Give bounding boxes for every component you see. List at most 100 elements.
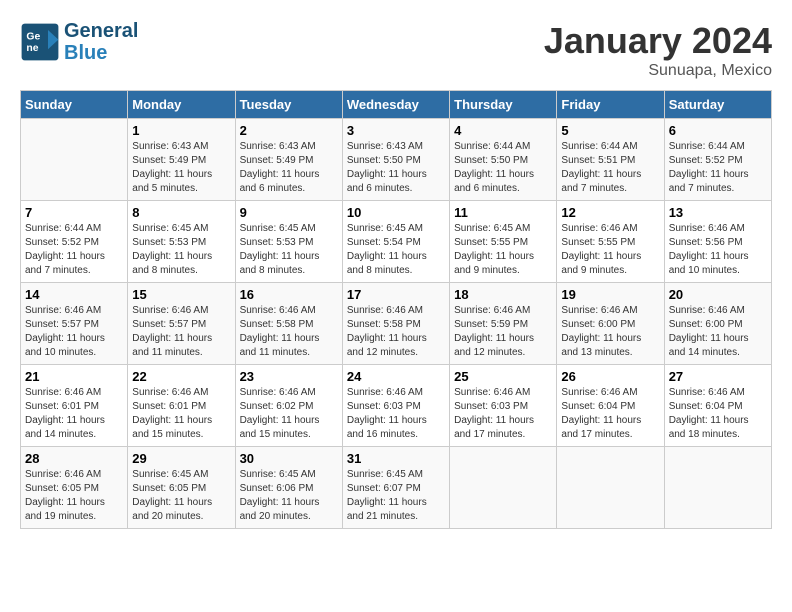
day-content: Sunrise: 6:44 AMSunset: 5:52 PMDaylight:… — [669, 140, 767, 196]
svg-text:Ge: Ge — [26, 32, 40, 43]
day-number: 2 — [240, 123, 338, 138]
day-content: Sunrise: 6:46 AMSunset: 6:03 PMDaylight:… — [454, 386, 552, 442]
calendar-cell: 20Sunrise: 6:46 AMSunset: 6:00 PMDayligh… — [664, 283, 771, 365]
col-header-monday: Monday — [128, 91, 235, 119]
title-block: January 2024 Sunuapa, Mexico — [544, 20, 772, 80]
day-number: 12 — [561, 205, 659, 220]
calendar-cell: 31 Sunrise: 6:45 AMSunset: 6:07 PMDayligh… — [342, 447, 449, 529]
calendar-cell: 25 Sunrise: 6:46 AMSunset: 6:03 PMDayligh… — [450, 365, 557, 447]
location-subtitle: Sunuapa, Mexico — [544, 62, 772, 80]
day-content: Sunrise: 6:45 AMSunset: 5:53 PMDaylight:… — [240, 222, 338, 278]
day-number: 31 — [347, 451, 445, 466]
day-content: Sunrise: 6:46 AMSunset: 5:58 PMDaylight:… — [240, 304, 338, 360]
calendar-cell: 24Sunrise: 6:46 AMSunset: 6:03 PMDayligh… — [342, 365, 449, 447]
calendar-cell: 29 Sunrise: 6:45 AMSunset: 6:05 PMDayligh… — [128, 447, 235, 529]
day-number: 3 — [347, 123, 445, 138]
day-number: 15 — [132, 287, 230, 302]
day-number: 22 — [132, 369, 230, 384]
day-content: Sunrise: 6:45 AMSunset: 5:53 PMDaylight:… — [132, 222, 230, 278]
calendar-cell: 11Sunrise: 6:45 AMSunset: 5:55 PMDayligh… — [450, 201, 557, 283]
day-content: Sunrise: 6:45 AMSunset: 5:55 PMDaylight:… — [454, 222, 552, 278]
calendar-cell: 22Sunrise: 6:46 AMSunset: 6:01 PMDayligh… — [128, 365, 235, 447]
day-content: Sunrise: 6:43 AMSunset: 5:49 PMDaylight:… — [132, 140, 230, 196]
col-header-wednesday: Wednesday — [342, 91, 449, 119]
calendar-cell: 15 Sunrise: 6:46 AMSunset: 5:57 PMDayligh… — [128, 283, 235, 365]
day-number: 16 — [240, 287, 338, 302]
calendar-cell: 30Sunrise: 6:45 AMSunset: 6:06 PMDayligh… — [235, 447, 342, 529]
svg-text:ne: ne — [26, 43, 38, 54]
day-number: 7 — [25, 205, 123, 220]
calendar-cell — [557, 447, 664, 529]
day-content: Sunrise: 6:46 AMSunset: 6:04 PMDaylight:… — [669, 386, 767, 442]
day-number: 10 — [347, 205, 445, 220]
calendar-cell: 13Sunrise: 6:46 AMSunset: 5:56 PMDayligh… — [664, 201, 771, 283]
day-content: Sunrise: 6:46 AMSunset: 6:01 PMDaylight:… — [25, 386, 123, 442]
day-number: 28 — [25, 451, 123, 466]
day-number: 26 — [561, 369, 659, 384]
calendar-cell: 18Sunrise: 6:46 AMSunset: 5:59 PMDayligh… — [450, 283, 557, 365]
day-number: 29 — [132, 451, 230, 466]
day-number: 9 — [240, 205, 338, 220]
calendar-cell: 4Sunrise: 6:44 AMSunset: 5:50 PMDaylight… — [450, 119, 557, 201]
col-header-thursday: Thursday — [450, 91, 557, 119]
calendar-table: SundayMondayTuesdayWednesdayThursdayFrid… — [20, 90, 772, 529]
calendar-week-3: 14 Sunrise: 6:46 AMSunset: 5:57 PMDayligh… — [21, 283, 772, 365]
calendar-cell: 23 Sunrise: 6:46 AMSunset: 6:02 PMDayligh… — [235, 365, 342, 447]
day-number: 24 — [347, 369, 445, 384]
col-header-tuesday: Tuesday — [235, 91, 342, 119]
calendar-week-4: 21Sunrise: 6:46 AMSunset: 6:01 PMDayligh… — [21, 365, 772, 447]
calendar-week-5: 28Sunrise: 6:46 AMSunset: 6:05 PMDayligh… — [21, 447, 772, 529]
logo-icon: Ge ne — [20, 22, 60, 62]
calendar-cell: 28Sunrise: 6:46 AMSunset: 6:05 PMDayligh… — [21, 447, 128, 529]
day-number: 5 — [561, 123, 659, 138]
day-content: Sunrise: 6:44 AMSunset: 5:50 PMDaylight:… — [454, 140, 552, 196]
day-number: 19 — [561, 287, 659, 302]
day-number: 23 — [240, 369, 338, 384]
calendar-cell: 8 Sunrise: 6:45 AMSunset: 5:53 PMDaylight… — [128, 201, 235, 283]
day-number: 1 — [132, 123, 230, 138]
day-content: Sunrise: 6:43 AMSunset: 5:49 PMDaylight:… — [240, 140, 338, 196]
day-content: Sunrise: 6:46 AMSunset: 5:57 PMDaylight:… — [25, 304, 123, 360]
calendar-cell — [450, 447, 557, 529]
calendar-cell: 19Sunrise: 6:46 AMSunset: 6:00 PMDayligh… — [557, 283, 664, 365]
logo-text-line1: General — [64, 20, 138, 42]
day-content: Sunrise: 6:46 AMSunset: 5:58 PMDaylight:… — [347, 304, 445, 360]
day-content: Sunrise: 6:46 AMSunset: 6:04 PMDaylight:… — [561, 386, 659, 442]
day-content: Sunrise: 6:45 AMSunset: 5:54 PMDaylight:… — [347, 222, 445, 278]
day-number: 8 — [132, 205, 230, 220]
calendar-header-row: SundayMondayTuesdayWednesdayThursdayFrid… — [21, 91, 772, 119]
day-number: 30 — [240, 451, 338, 466]
day-number: 14 — [25, 287, 123, 302]
day-content: Sunrise: 6:46 AMSunset: 5:57 PMDaylight:… — [132, 304, 230, 360]
day-content: Sunrise: 6:46 AMSunset: 6:00 PMDaylight:… — [669, 304, 767, 360]
day-content: Sunrise: 6:45 AMSunset: 6:05 PMDaylight:… — [132, 468, 230, 524]
day-content: Sunrise: 6:45 AMSunset: 6:07 PMDaylight:… — [347, 468, 445, 524]
page-header: Ge ne General Blue January 2024 Sunuapa,… — [20, 20, 772, 80]
calendar-week-1: 1 Sunrise: 6:43 AMSunset: 5:49 PMDaylight… — [21, 119, 772, 201]
day-number: 17 — [347, 287, 445, 302]
calendar-cell: 14 Sunrise: 6:46 AMSunset: 5:57 PMDayligh… — [21, 283, 128, 365]
day-content: Sunrise: 6:46 AMSunset: 6:02 PMDaylight:… — [240, 386, 338, 442]
calendar-cell: 27 Sunrise: 6:46 AMSunset: 6:04 PMDayligh… — [664, 365, 771, 447]
logo-text-line2: Blue — [64, 42, 138, 64]
day-number: 27 — [669, 369, 767, 384]
day-content: Sunrise: 6:44 AMSunset: 5:52 PMDaylight:… — [25, 222, 123, 278]
calendar-cell — [664, 447, 771, 529]
calendar-cell: 1 Sunrise: 6:43 AMSunset: 5:49 PMDaylight… — [128, 119, 235, 201]
calendar-cell: 9 Sunrise: 6:45 AMSunset: 5:53 PMDaylight… — [235, 201, 342, 283]
day-content: Sunrise: 6:44 AMSunset: 5:51 PMDaylight:… — [561, 140, 659, 196]
day-content: Sunrise: 6:46 AMSunset: 5:55 PMDaylight:… — [561, 222, 659, 278]
calendar-cell: 17 Sunrise: 6:46 AMSunset: 5:58 PMDayligh… — [342, 283, 449, 365]
calendar-cell: 3 Sunrise: 6:43 AMSunset: 5:50 PMDaylight… — [342, 119, 449, 201]
day-content: Sunrise: 6:46 AMSunset: 5:59 PMDaylight:… — [454, 304, 552, 360]
calendar-cell: 26 Sunrise: 6:46 AMSunset: 6:04 PMDayligh… — [557, 365, 664, 447]
day-number: 6 — [669, 123, 767, 138]
calendar-cell: 16 Sunrise: 6:46 AMSunset: 5:58 PMDayligh… — [235, 283, 342, 365]
calendar-cell — [21, 119, 128, 201]
day-number: 25 — [454, 369, 552, 384]
day-content: Sunrise: 6:43 AMSunset: 5:50 PMDaylight:… — [347, 140, 445, 196]
calendar-cell: 5 Sunrise: 6:44 AMSunset: 5:51 PMDaylight… — [557, 119, 664, 201]
calendar-body: 1 Sunrise: 6:43 AMSunset: 5:49 PMDaylight… — [21, 119, 772, 529]
calendar-week-2: 7 Sunrise: 6:44 AMSunset: 5:52 PMDaylight… — [21, 201, 772, 283]
col-header-friday: Friday — [557, 91, 664, 119]
